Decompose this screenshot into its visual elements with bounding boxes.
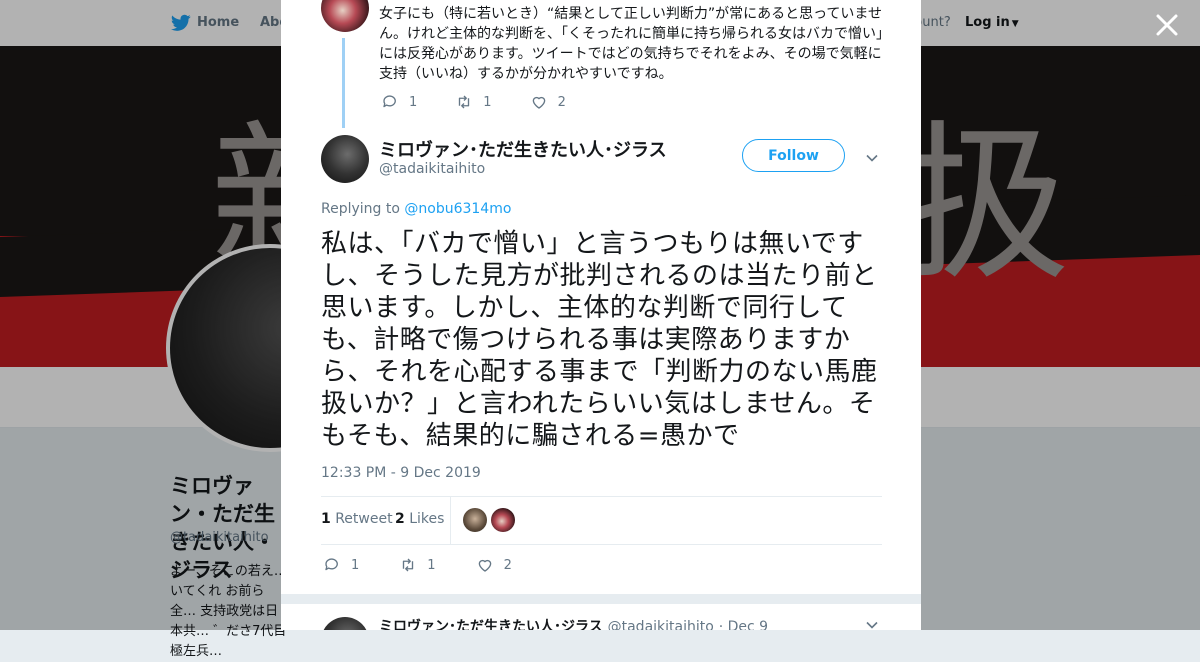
reply-button[interactable]: 1: [381, 93, 417, 111]
tweet-text: 私は、「バカで憎い」と言うつもりは無いですし、そうした見方が批判されるのは当たり…: [321, 229, 878, 451]
likes-stat-count: 2: [395, 511, 405, 527]
likes-stat[interactable]: 2 Likes: [395, 511, 444, 527]
liker-avatar[interactable]: [491, 508, 515, 532]
retweet-button[interactable]: 1: [399, 556, 436, 574]
previous-tweet-actions: 1 1 2: [381, 93, 566, 111]
author-handle[interactable]: @tadaikitaihito: [379, 161, 485, 177]
follow-button[interactable]: Follow: [742, 139, 845, 172]
retweet-stat-label: Retweet: [335, 511, 393, 527]
reply-count: 1: [409, 94, 418, 110]
like-button[interactable]: 2: [476, 556, 512, 574]
retweet-icon: [403, 558, 414, 572]
retweet-count: 1: [483, 94, 492, 110]
retweet-stat[interactable]: 1 Retweet: [321, 511, 393, 527]
tweet-timestamp[interactable]: 12:33 PM - 9 Dec 2019: [321, 465, 481, 481]
likes-stat-label: Likes: [409, 511, 445, 527]
liker-avatar[interactable]: [463, 508, 487, 532]
next-tweet-date[interactable]: · Dec 9: [719, 619, 768, 630]
heart-icon: [532, 96, 545, 109]
chevron-down-icon[interactable]: [865, 618, 879, 630]
previous-tweet-text: 女子にも（特に若いとき）“結果として正しい判断力”が常にあると思っていません。け…: [379, 6, 883, 82]
like-button[interactable]: 2: [530, 93, 566, 111]
next-tweet-name[interactable]: ミロヴァン･ただ生きたい人･ジラス: [379, 619, 603, 630]
tweet-actions: 1 1 2: [323, 556, 512, 574]
like-count: 2: [557, 94, 566, 110]
next-tweet-handle[interactable]: @tadaikitaihito: [608, 619, 714, 630]
reply-button[interactable]: 1: [323, 556, 359, 574]
thread-connector: [342, 38, 345, 128]
replying-to-link[interactable]: @nobu6314mo: [404, 201, 511, 217]
section-divider: [281, 594, 921, 604]
retweet-count: 1: [427, 557, 436, 573]
tweet-stats: 1 Retweet 2 Likes: [321, 496, 882, 545]
reply-count: 1: [351, 557, 360, 573]
retweet-button[interactable]: 1: [455, 93, 492, 111]
retweet-icon: [459, 95, 470, 109]
like-count: 2: [503, 557, 512, 573]
reply-icon: [383, 95, 396, 108]
author-name[interactable]: ミロヴァン･ただ生きたい人･ジラス: [379, 136, 667, 162]
chevron-down-icon[interactable]: [865, 151, 879, 165]
reply-icon: [325, 558, 338, 571]
next-tweet-header: ミロヴァン･ただ生きたい人･ジラス @tadaikitaihito · Dec …: [379, 616, 768, 630]
tweet-modal: 女子にも（特に若いとき）“結果として正しい判断力”が常にあると思っていません。け…: [281, 0, 921, 630]
replying-to: Replying to @nobu6314mo: [321, 201, 511, 217]
heart-icon: [478, 559, 491, 572]
retweet-stat-count: 1: [321, 511, 331, 527]
previous-tweet-avatar[interactable]: [321, 0, 369, 32]
next-tweet-avatar[interactable]: [321, 617, 369, 630]
replying-prefix: Replying to: [321, 201, 400, 217]
author-avatar[interactable]: [321, 135, 369, 183]
close-icon[interactable]: [1154, 12, 1180, 38]
